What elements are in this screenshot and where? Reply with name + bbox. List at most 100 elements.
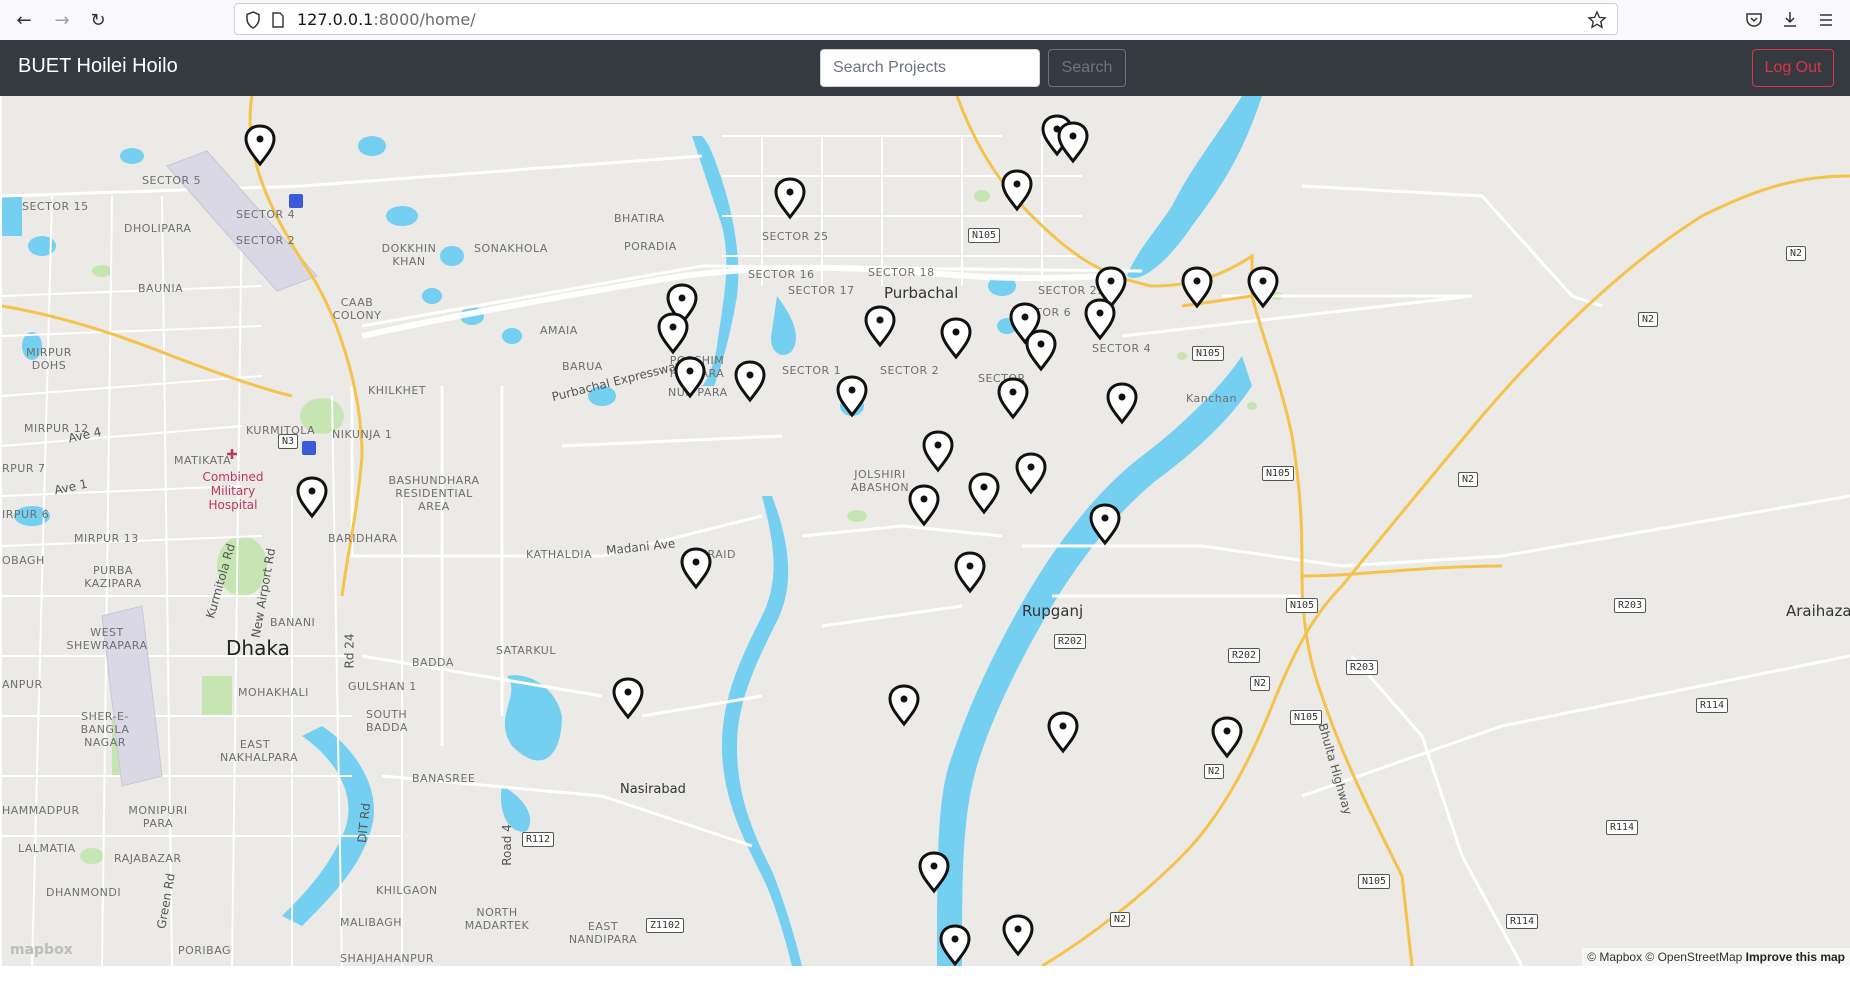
label-sector2: SECTOR 2 xyxy=(236,234,296,247)
download-icon[interactable] xyxy=(1780,9,1800,29)
project-marker-icon[interactable] xyxy=(1000,168,1034,212)
project-marker-icon[interactable] xyxy=(996,376,1030,420)
browser-toolbar: ← → ↻ 127.0.0.1:8000/home/ xyxy=(0,0,1850,41)
label-irpur6: IRPUR 6 xyxy=(2,508,50,521)
label-obagh: OBAGH xyxy=(2,554,45,567)
label-matikata: MATIKATA xyxy=(174,454,232,467)
project-marker-icon[interactable] xyxy=(1056,120,1090,164)
project-marker-icon[interactable] xyxy=(1046,710,1080,754)
search-input[interactable] xyxy=(820,49,1040,87)
project-marker-icon[interactable] xyxy=(679,546,713,590)
label-rajabazar: RAJABAZAR xyxy=(114,852,182,865)
map-attribution: © Mapbox © OpenStreetMap Improve this ma… xyxy=(1582,948,1850,966)
label-banasree: BANASREE xyxy=(412,772,476,785)
label-dhaka: Dhaka xyxy=(226,636,290,660)
page-icon xyxy=(272,12,284,28)
label-rd24: Rd 24 xyxy=(342,633,357,669)
project-marker-icon[interactable] xyxy=(967,471,1001,515)
search-button[interactable]: Search xyxy=(1048,49,1126,87)
label-sector17: SECTOR 17 xyxy=(788,284,855,297)
label-east-nakhalpara: EAST NAKHALPARA xyxy=(220,738,299,764)
menu-icon[interactable] xyxy=(1816,10,1836,30)
project-marker-icon[interactable] xyxy=(773,176,807,220)
address-bar[interactable]: 127.0.0.1:8000/home/ xyxy=(234,3,1618,35)
label-sector4b: SECTOR 4 xyxy=(1092,342,1152,355)
label-sector16: SECTOR 16 xyxy=(748,268,815,281)
label-gulshan: GULSHAN 1 xyxy=(348,680,417,693)
label-araihazar: Araihazar xyxy=(1786,602,1850,620)
label-north-madartek: NORTH MADARTEK xyxy=(464,906,530,932)
attribution-text[interactable]: © Mapbox © OpenStreetMap xyxy=(1587,950,1742,964)
bookmark-star-icon[interactable] xyxy=(1587,10,1607,30)
label-banani: BANANI xyxy=(270,616,316,629)
project-marker-icon[interactable] xyxy=(656,311,690,355)
project-marker-icon[interactable] xyxy=(835,374,869,418)
road-shield: R202 xyxy=(1054,634,1087,649)
project-marker-icon[interactable] xyxy=(1001,913,1035,957)
url-text[interactable]: 127.0.0.1:8000/home/ xyxy=(297,10,476,29)
project-marker-icon[interactable] xyxy=(917,850,951,894)
map-canvas[interactable]: Dhaka Purbachal Rupganj Nasirabad Araiha… xyxy=(2,96,1850,966)
project-marker-icon[interactable] xyxy=(887,683,921,727)
project-marker-icon[interactable] xyxy=(1024,328,1058,372)
brand-title[interactable]: BUET Hoilei Hoilo xyxy=(18,55,178,78)
label-kanchan: Kanchan xyxy=(1186,392,1237,405)
label-sector4: SECTOR 4 xyxy=(236,208,296,221)
label-satarkul: SATARKUL xyxy=(496,644,556,657)
forward-icon[interactable]: → xyxy=(50,8,74,32)
label-dhanmondi: DHANMONDI xyxy=(46,886,122,899)
logout-button[interactable]: Log Out xyxy=(1752,49,1834,87)
label-poribag: PORIBAG xyxy=(178,944,232,957)
label-anpur: ANPUR xyxy=(2,678,43,691)
project-marker-icon[interactable] xyxy=(611,676,645,720)
project-marker-icon[interactable] xyxy=(1083,297,1117,341)
project-marker-icon[interactable] xyxy=(938,923,972,967)
back-icon[interactable]: ← xyxy=(12,8,36,32)
project-marker-icon[interactable] xyxy=(1210,715,1244,759)
road-shield: R114 xyxy=(1696,698,1729,713)
road-shield: N105 xyxy=(968,228,1001,243)
project-marker-icon[interactable] xyxy=(1105,381,1139,425)
road-shield: R203 xyxy=(1614,598,1647,613)
label-sector25: SECTOR 25 xyxy=(762,230,829,243)
project-marker-icon[interactable] xyxy=(921,429,955,473)
project-marker-icon[interactable] xyxy=(1088,502,1122,546)
label-sector5: SECTOR 5 xyxy=(142,174,202,187)
project-marker-icon[interactable] xyxy=(953,550,987,594)
project-marker-icon[interactable] xyxy=(939,316,973,360)
project-marker-icon[interactable] xyxy=(733,359,767,403)
label-sector2b: SECTOR 2 xyxy=(880,364,940,377)
label-monipuri-para: MONIPURI PARA xyxy=(128,804,188,830)
project-marker-icon[interactable] xyxy=(673,355,707,399)
project-marker-icon[interactable] xyxy=(1180,265,1214,309)
label-khilgaon: KHILGAON xyxy=(376,884,438,897)
reload-icon[interactable]: ↻ xyxy=(86,8,110,32)
road-shield: N105 xyxy=(1358,874,1391,889)
road-shield: N2 xyxy=(1458,472,1479,487)
label-barua: BARUA xyxy=(562,360,603,373)
project-marker-icon[interactable] xyxy=(1014,451,1048,495)
label-rpur7: RPUR 7 xyxy=(2,462,46,475)
project-marker-icon[interactable] xyxy=(295,475,329,519)
road-shield: N2 xyxy=(1204,764,1225,779)
label-west-shewrapara: WEST SHEWRAPARA xyxy=(66,626,148,652)
project-marker-icon[interactable] xyxy=(1246,265,1280,309)
app-navbar: BUET Hoilei Hoilo Search Log Out xyxy=(0,40,1850,96)
label-road4: Road 4 xyxy=(499,824,514,866)
road-shield: N2 xyxy=(1786,246,1807,261)
mapbox-logo[interactable]: mapbox xyxy=(10,942,73,958)
project-marker-icon[interactable] xyxy=(863,304,897,348)
shield-icon xyxy=(246,11,260,29)
project-marker-icon[interactable] xyxy=(243,123,277,167)
label-bhatira: BHATIRA xyxy=(614,212,665,225)
road-shield: R112 xyxy=(522,832,555,847)
pocket-icon[interactable] xyxy=(1744,10,1764,30)
road-shield: N105 xyxy=(1192,346,1225,361)
label-sector1: SECTOR 1 xyxy=(782,364,842,377)
road-shield: Z1102 xyxy=(646,918,685,933)
label-bashundhara: BASHUNDHARA RESIDENTIAL AREA xyxy=(388,474,480,513)
improve-map-link[interactable]: Improve this map xyxy=(1746,950,1845,964)
label-sonakhola: SONAKHOLA xyxy=(474,242,548,255)
project-marker-icon[interactable] xyxy=(907,483,941,527)
label-mohakhali: MOHAKHALI xyxy=(238,686,309,699)
